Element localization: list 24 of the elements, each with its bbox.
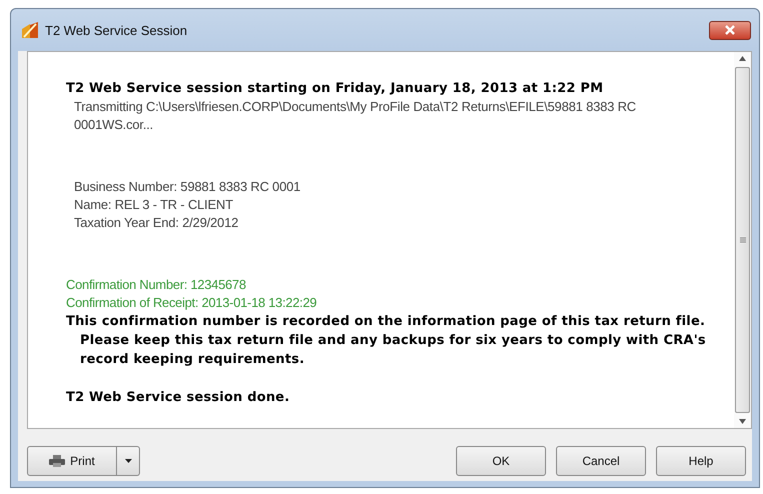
log-line: Name: REL 3 - TR - CLIENT	[73, 196, 234, 214]
log-line: Taxation Year End: 2/29/2012	[73, 214, 240, 232]
printer-icon	[49, 455, 66, 467]
close-icon	[724, 25, 736, 35]
window-title: T2 Web Service Session	[45, 22, 188, 38]
notice-text: This confirmation number is recorded on the information page of this tax return file. Please keep this tax return file and any backups for six years to comply with CRA's record keeping requirements.	[66, 313, 707, 369]
log-line: Business Number: 59881 8383 RC 0001	[73, 178, 302, 196]
print-button[interactable]: Print	[27, 446, 117, 476]
ok-button[interactable]: OK	[456, 446, 546, 476]
grip-icon	[740, 237, 746, 243]
caret-icon	[124, 459, 132, 463]
close-button[interactable]	[709, 20, 751, 40]
log-heading: T2 Web Service session starting on Friday, January 18, 2013 at 1:22 PM	[66, 80, 604, 98]
scrollbar[interactable]	[734, 52, 751, 428]
app-logo-icon	[21, 21, 39, 39]
dropdown-button[interactable]	[117, 446, 140, 476]
confirmation-line: Confirmation of Receipt: 2013-01-18 13:22:29	[66, 294, 318, 312]
cancel-button[interactable]: Cancel	[556, 446, 646, 476]
confirmation-line: Confirmation Number: 12345678	[66, 276, 247, 294]
scroll-up-icon[interactable]	[739, 56, 746, 61]
scroll-down-icon[interactable]	[739, 419, 746, 424]
log-heading: T2 Web Service session done.	[66, 389, 291, 407]
log-line: Transmitting C:\Users\lfriesen.CORP\Documents\My ProFile Data\T2 Returns\EFILE\59881 8383 RC 0001WS.cor...	[73, 98, 637, 134]
help-button[interactable]: Help	[656, 446, 746, 476]
